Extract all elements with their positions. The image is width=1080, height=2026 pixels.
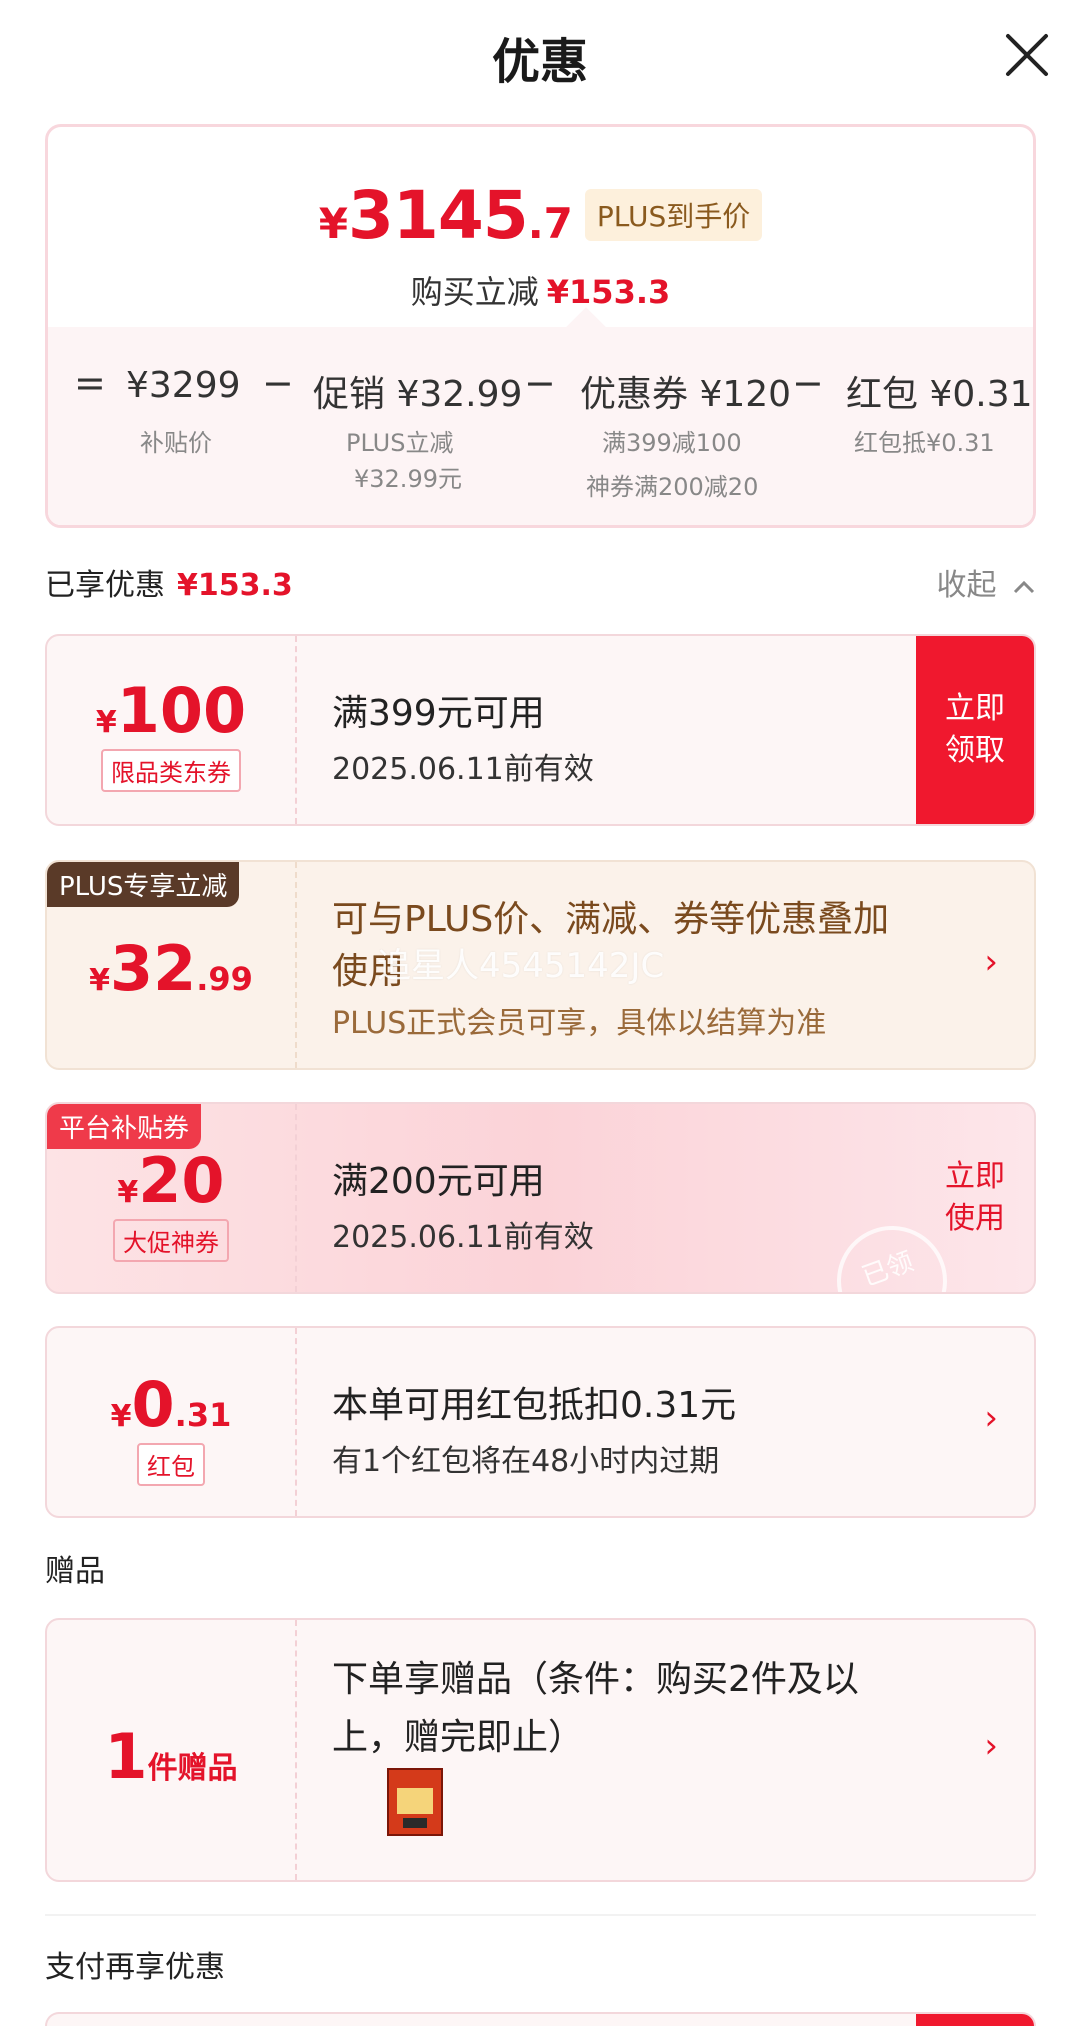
use-label-2: 使用 (945, 1201, 1005, 1236)
gift-desc-1: 下单享赠品（条件：购买2件及以 (332, 1659, 859, 1700)
redpacket-sub: 红包抵¥0.31 (854, 429, 995, 457)
price-currency: ¥ (318, 199, 348, 248)
minus-sign: − (262, 361, 294, 405)
enjoyed-discount: 已享优惠 ¥153.3 (45, 560, 293, 604)
chevron-right-icon[interactable]: › (984, 942, 998, 982)
coupon20-value: 20 (138, 1144, 225, 1217)
payment-offers-title: 支付再享优惠 (45, 1950, 225, 1985)
final-price: ¥3145.7 PLUS到手价 (48, 177, 1033, 254)
coupon20-currency: ¥ (117, 1175, 139, 1210)
gift-card[interactable]: 1件赠品 下单享赠品（条件：购买2件及以 上，赠完即止） › (45, 1618, 1036, 1882)
redpacket-expiry: 有1个红包将在48小时内过期 (332, 1444, 720, 1479)
chevron-right-icon[interactable]: › (984, 1398, 998, 1438)
header: 优惠 (0, 0, 1080, 110)
platform-coupon-tag: 平台补贴券 (47, 1104, 202, 1149)
price-summary: ¥3145.7 PLUS到手价 购买立减 ¥153.3 = ¥3299 补贴价 − … (45, 124, 1036, 528)
redpacket-tag: 红包 (137, 1443, 205, 1486)
coupon20-info: 满200元可用 2025.06.11前有效 (332, 1152, 594, 1256)
plus-decimal: .99 (196, 960, 253, 998)
plus-amount: ¥32.99 (47, 932, 295, 1005)
use-coupon-button[interactable]: 立即 使用 (916, 1104, 1034, 1292)
coupon20-type-tag: 大促神券 (113, 1219, 229, 1262)
price-integer: 3145 (347, 177, 529, 254)
coupon-info: 满399元可用 2025.06.11前有效 (332, 684, 594, 788)
coupon-type-tag: 限品类东券 (101, 749, 241, 792)
promo-discount: 促销 ¥32.99 (313, 374, 523, 415)
plus-price-tag: PLUS到手价 (584, 189, 763, 241)
plus-corner-tag: PLUS专享立减 (47, 862, 240, 907)
reduce-amount: ¥153.3 (546, 273, 671, 311)
gift-info: 下单享赠品（条件：购买2件及以 上，赠完即止） (332, 1650, 859, 1760)
redpacket-currency: ¥ (110, 1399, 132, 1434)
coupon20-amount: ¥20 (47, 1144, 295, 1217)
coupon-expiry: 2025.06.11前有效 (332, 752, 594, 787)
base-price-label: 补贴价 (140, 429, 212, 457)
redpacket-value: 0 (131, 1368, 175, 1441)
plus-discount-card[interactable]: ¥32.99 PLUS专享立减 可与PLUS价、满减、券等优惠叠加 使用 PLU… (45, 860, 1036, 1070)
claim-label-1: 立即 (945, 691, 1005, 726)
coupon20-expiry: 2025.06.11前有效 (332, 1220, 594, 1255)
price-decimal: .7 (527, 199, 573, 248)
chevron-up-icon (1013, 580, 1035, 594)
promo-sub-amount: ¥32.99元 (354, 465, 462, 493)
page-title: 优惠 (491, 34, 588, 90)
gift-desc-2: 上，赠完即止） (332, 1717, 585, 1758)
minus-sign: − (792, 361, 824, 405)
claim-label-2: 领取 (945, 733, 1005, 768)
redpacket-amount-area: ¥0.31 红包 (47, 1328, 297, 1516)
collapse-toggle[interactable]: 收起 (936, 560, 1036, 604)
redpacket-info: 本单可用红包抵扣0.31元 有1个红包将在48小时内过期 (332, 1376, 736, 1480)
close-icon[interactable] (1000, 28, 1054, 82)
claimed-stamp-text: 已领 (858, 1246, 918, 1293)
chevron-right-icon[interactable]: › (984, 1726, 998, 1766)
coupon-card-100[interactable]: ¥100 限品类东券 满399元可用 2025.06.11前有效 立即领取 (45, 634, 1036, 826)
gift-count-unit: 件赠品 (147, 1751, 238, 1786)
plus-value: 32 (109, 932, 197, 1005)
redpacket-amount: ¥0.31 (47, 1368, 295, 1441)
equals-sign: = (74, 361, 106, 405)
reduce-label: 购买立减 (410, 273, 539, 311)
coupon20-condition: 满200元可用 (332, 1161, 545, 1202)
coupon-value: 100 (116, 674, 247, 747)
reduce-row: 购买立减 ¥153.3 (48, 267, 1033, 313)
coupon-sub-2: 神券满200减20 (586, 473, 759, 501)
enjoyed-amount: ¥153.3 (177, 568, 293, 603)
claim-coupon-button[interactable]: 立即 领取 (916, 636, 1034, 824)
plus-desc-1: 可与PLUS价、满减、券等优惠叠加 (332, 899, 890, 940)
coupon-card-20[interactable]: ¥20 大促神券 平台补贴券 满200元可用 2025.06.11前有效 已领 … (45, 1102, 1036, 1294)
redpacket-desc: 本单可用红包抵扣0.31元 (332, 1385, 737, 1426)
coupon-amount: ¥100 (47, 674, 295, 747)
price-summary-top: ¥3145.7 PLUS到手价 购买立减 ¥153.3 (48, 127, 1033, 327)
section-divider (45, 1914, 1036, 1916)
gift-count: 1件赠品 (47, 1720, 295, 1793)
redpacket-card[interactable]: ¥0.31 红包 本单可用红包抵扣0.31元 有1个红包将在48小时内过期 › (45, 1326, 1036, 1518)
gift-count-value: 1 (104, 1720, 148, 1793)
gifts-section-title: 赠品 (45, 1554, 105, 1589)
collapse-label: 收起 (936, 568, 997, 603)
gift-count-area: 1件赠品 (47, 1620, 297, 1880)
promo-sub-label: PLUS立减 (346, 429, 454, 457)
coupon-sub-1: 满399减100 (602, 429, 742, 457)
enjoyed-label: 已享优惠 (45, 568, 165, 603)
use-label-1: 立即 (945, 1159, 1005, 1194)
plus-note: PLUS正式会员可享，具体以结算为准 (332, 1006, 827, 1041)
payment-card-edge (45, 2012, 1036, 2026)
watermark-text: 追星人4545142JC (377, 946, 665, 986)
coupon-discount: 优惠券 ¥120 (580, 374, 792, 415)
price-breakdown: = ¥3299 补贴价 − 促销 ¥32.99 PLUS立减 ¥32.99元 −… (48, 327, 1033, 525)
base-price: ¥3299 (126, 365, 241, 406)
gift-product-image[interactable] (387, 1768, 443, 1836)
minus-sign: − (524, 361, 556, 405)
coupon-condition: 满399元可用 (332, 693, 545, 734)
coupon-currency: ¥ (95, 705, 117, 740)
coupon-amount-area: ¥100 限品类东券 (47, 636, 297, 824)
redpacket-discount: 红包 ¥0.31 (846, 374, 1033, 415)
plus-currency: ¥ (89, 963, 110, 998)
redpacket-decimal: .31 (174, 1396, 232, 1434)
